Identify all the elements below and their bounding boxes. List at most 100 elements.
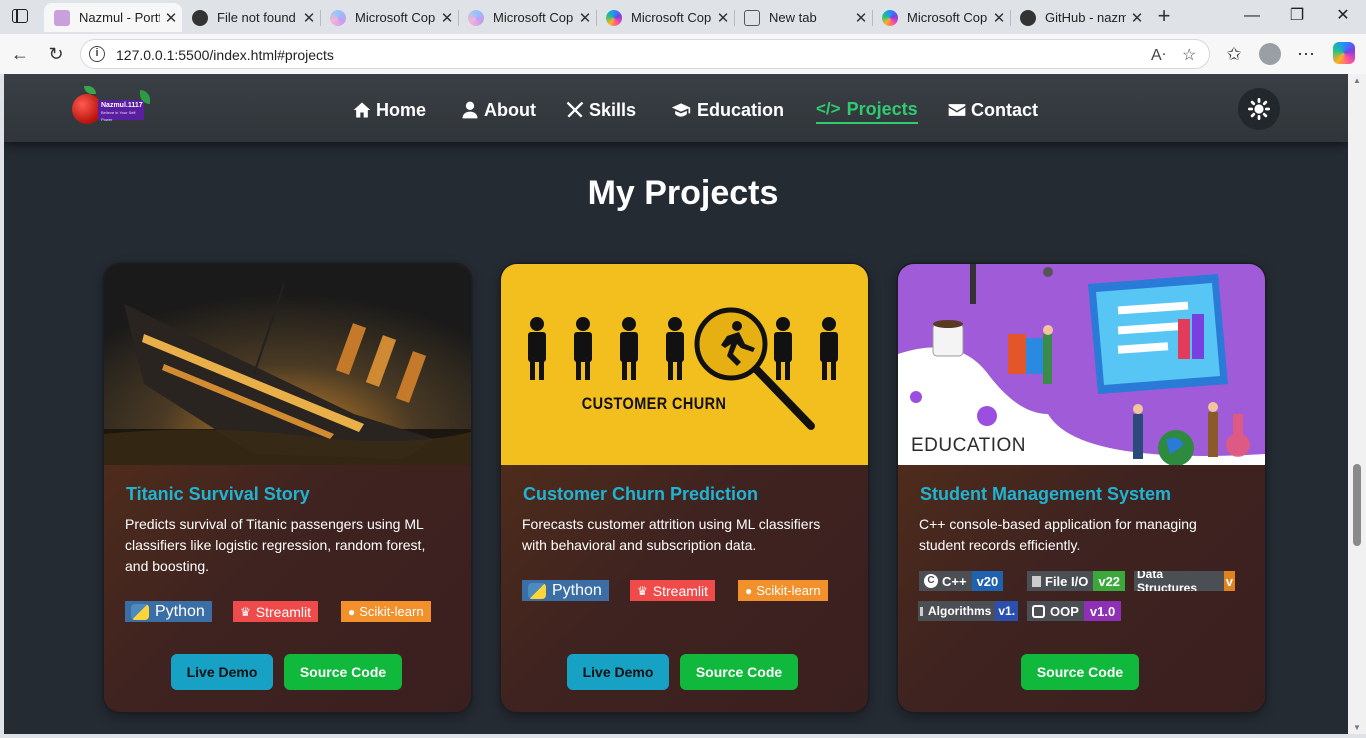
page-scrollbar[interactable]: ▲ ▼ — [1348, 74, 1366, 734]
restore-icon[interactable]: ❐ — [1287, 6, 1307, 26]
copilot-icon — [606, 9, 622, 26]
close-tab-icon[interactable]: ✕ — [574, 9, 596, 27]
copilot-icon[interactable] — [1333, 42, 1355, 64]
close-tab-icon[interactable]: ✕ — [298, 9, 320, 27]
project-card: Titanic Survival Story Predicts survival… — [104, 264, 471, 712]
browser-tab[interactable]: New tab ✕ — [734, 3, 872, 32]
favorite-star-icon[interactable]: ☆ — [1182, 45, 1196, 65]
nav-label: Home — [376, 99, 427, 120]
image-caption: EDUCATION — [911, 435, 1026, 456]
logo-badge: Nazmul.1117 Believe in Your Self Power — [98, 100, 144, 122]
badge-label-box: File I/O — [1027, 571, 1094, 591]
project-title: Titanic Survival Story — [126, 484, 310, 504]
live-demo-button[interactable]: Live Demo — [567, 654, 669, 690]
badge-label: OOP — [1050, 603, 1079, 619]
minimize-icon[interactable]: — — [1242, 6, 1262, 26]
scikit-learn-icon: ● — [348, 604, 356, 619]
browser-tab[interactable]: Microsoft Cop ✕ — [320, 3, 458, 32]
close-tab-icon[interactable]: ✕ — [436, 9, 458, 27]
theme-toggle-button[interactable] — [1238, 88, 1280, 130]
close-tab-icon[interactable]: ✕ — [160, 9, 182, 27]
sun-icon — [1248, 98, 1270, 120]
badge-label-box: C C++ — [919, 571, 972, 591]
browser-tab[interactable]: Microsoft Cop ✕ — [596, 3, 734, 32]
badge-version: v22 — [1093, 571, 1126, 591]
more-options-icon[interactable]: ⋯ — [1294, 42, 1318, 66]
nav-home[interactable]: Home — [352, 96, 426, 124]
section-heading: My Projects — [587, 174, 779, 212]
nav-education[interactable]: Education — [669, 96, 784, 124]
back-arrow-icon[interactable]: ← — [8, 42, 32, 66]
browser-tab[interactable]: Microsoft Cop ✕ — [872, 3, 1010, 32]
source-code-button[interactable]: Source Code — [284, 654, 402, 690]
browser-tab[interactable]: Nazmul - Portf ✕ — [44, 3, 182, 32]
tab-title: File not found — [217, 10, 296, 25]
tech-badge-streamlit: ♛ Streamlit — [233, 601, 318, 622]
close-tab-icon[interactable]: ✕ — [988, 9, 1010, 27]
nav-skills[interactable]: Skills — [565, 96, 636, 124]
project-title: Customer Churn Prediction — [523, 484, 759, 504]
tech-badge-scikit-learn: ● Scikit-learn — [738, 580, 828, 601]
image-caption: CUSTOMER CHURN — [582, 394, 727, 413]
tab-title: New tab — [769, 10, 817, 25]
project-card: EDUCATION Student Management System C++ … — [898, 264, 1265, 712]
tab-actions-icon[interactable] — [12, 9, 28, 23]
nav-label: Skills — [589, 99, 637, 120]
nav-label: About — [484, 99, 536, 120]
profile-avatar[interactable] — [1259, 43, 1281, 65]
scroll-thumb[interactable] — [1353, 464, 1361, 546]
close-window-icon[interactable]: ✕ — [1333, 6, 1353, 26]
tab-favicon-icon — [54, 9, 70, 26]
close-tab-icon[interactable]: ✕ — [1126, 9, 1148, 27]
browser-tab[interactable]: Microsoft Cop ✕ — [458, 3, 596, 32]
tech-badge-streamlit: ♛ Streamlit — [630, 580, 715, 601]
tab-title: Microsoft Cop — [631, 10, 712, 25]
badge-label: Streamlit — [652, 582, 708, 599]
nav-contact[interactable]: Contact — [947, 96, 1038, 124]
badge-label: Scikit-learn — [359, 604, 424, 619]
badge-label: C++ — [942, 573, 967, 589]
live-demo-button[interactable]: Live Demo — [171, 654, 273, 690]
source-code-button[interactable]: Source Code — [680, 654, 798, 690]
titanic-image — [104, 264, 471, 465]
badge-label: Python — [552, 581, 602, 599]
scroll-down-icon[interactable]: ▼ — [1353, 723, 1361, 732]
favorites-icon[interactable]: ✩ — [1222, 42, 1246, 66]
close-tab-icon[interactable]: ✕ — [712, 9, 734, 27]
tech-badge-data-structures: Data Structures v — [1134, 571, 1235, 591]
badge-version: v20 — [971, 571, 1004, 591]
site-info-icon[interactable]: i — [89, 46, 105, 62]
url-text: 127.0.0.1:5500/index.html#projects — [116, 47, 334, 63]
project-description: Forecasts customer attrition using ML cl… — [522, 516, 821, 553]
badge-label-box: Algorithms — [918, 601, 996, 621]
scroll-up-icon[interactable]: ▲ — [1353, 76, 1361, 85]
badge-version: v1. — [995, 601, 1018, 621]
education-image: EDUCATION — [898, 264, 1265, 465]
file-icon — [1032, 575, 1041, 587]
nav-about[interactable]: About — [460, 96, 536, 124]
badge-label: File I/O — [1045, 573, 1089, 589]
logo-name: Nazmul.1117 — [101, 102, 143, 109]
tab-title: GitHub - nazm — [1045, 10, 1126, 25]
browser-tab[interactable]: GitHub - nazm ✕ — [1010, 3, 1148, 32]
python-icon — [528, 582, 546, 599]
copilot-icon — [330, 9, 346, 26]
read-aloud-icon[interactable]: Aᐧ — [1151, 45, 1166, 65]
scikit-learn-icon: ● — [745, 583, 753, 598]
cpp-icon: C — [924, 574, 938, 588]
close-tab-icon[interactable]: ✕ — [850, 9, 872, 27]
tech-badge-python: Python — [522, 580, 609, 601]
project-description: Predicts survival of Titanic passengers … — [125, 516, 426, 574]
tech-badge-python: Python — [125, 601, 212, 622]
nav-projects[interactable]: </> Projects — [816, 96, 918, 124]
graduation-cap-icon — [671, 103, 691, 117]
browser-tab[interactable]: File not found ✕ — [182, 3, 320, 32]
streamlit-icon: ♛ — [240, 604, 251, 619]
new-tab-button[interactable]: + — [1153, 4, 1175, 28]
site-logo[interactable]: Nazmul.1117 Believe in Your Self Power — [70, 86, 152, 128]
address-bar[interactable]: i 127.0.0.1:5500/index.html#projects Aᐧ … — [80, 39, 1210, 69]
reload-icon[interactable]: ↻ — [44, 42, 68, 66]
tech-badge-algorithms: Algorithms v1. — [918, 601, 1018, 621]
source-code-button[interactable]: Source Code — [1021, 654, 1139, 690]
chart-icon — [920, 606, 923, 616]
